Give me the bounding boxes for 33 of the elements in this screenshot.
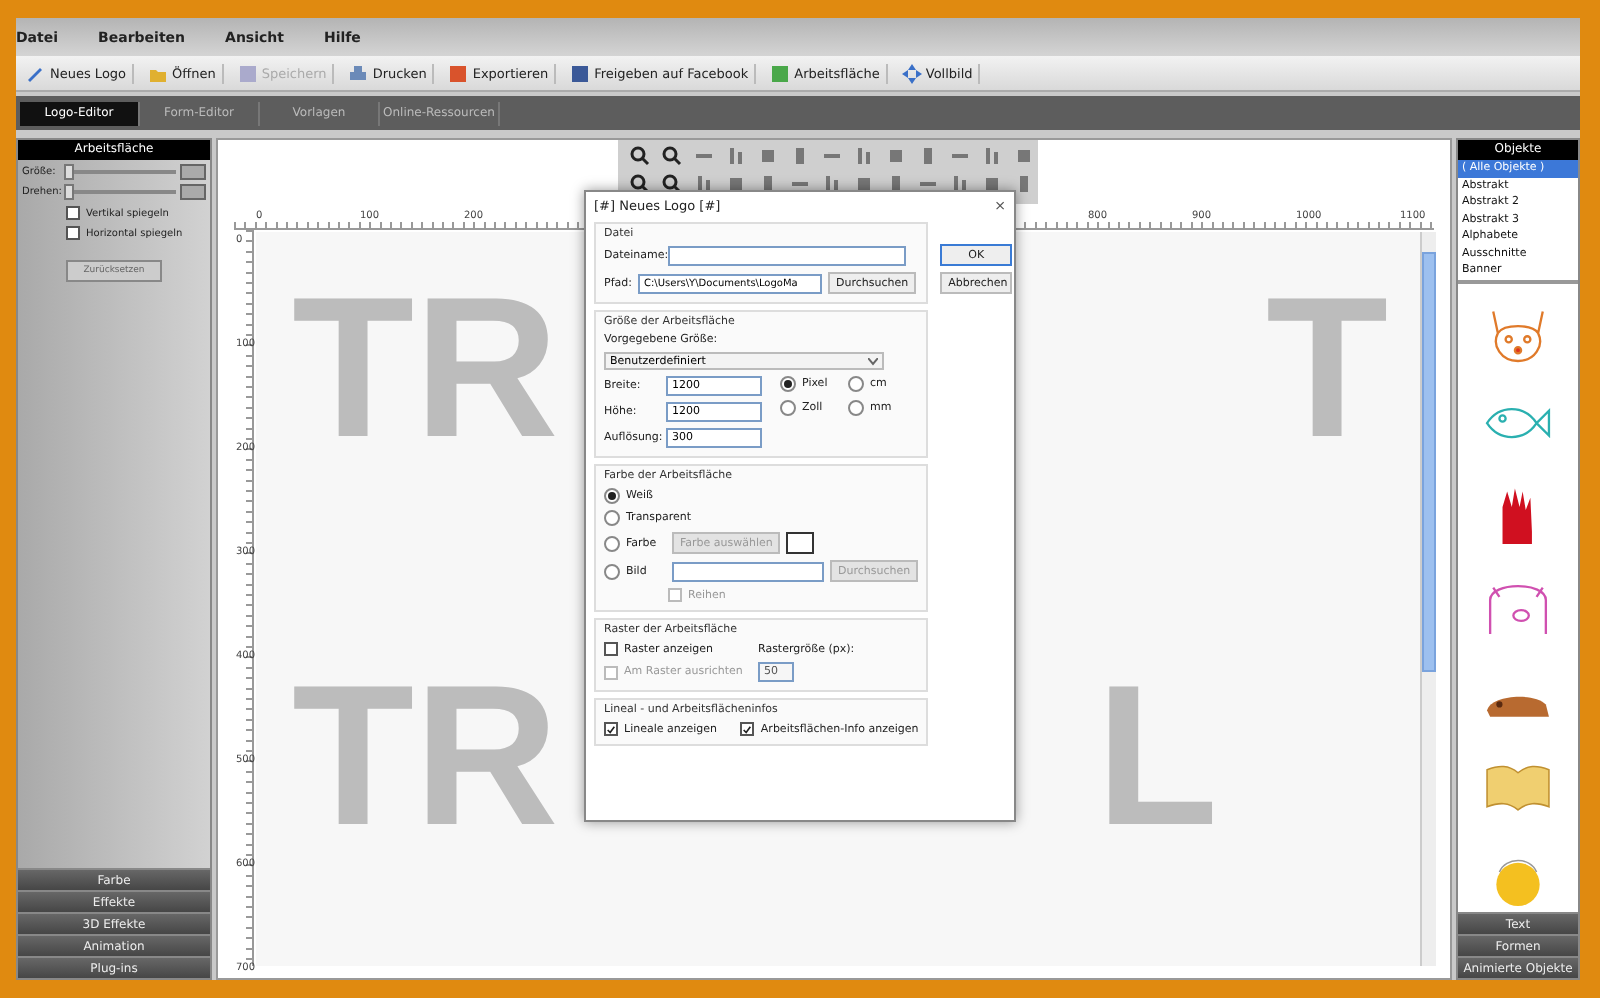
caret-icon xyxy=(868,357,878,365)
color-swatch[interactable] xyxy=(786,532,815,554)
value-field[interactable] xyxy=(180,184,206,200)
magnifier-icon[interactable] xyxy=(662,174,682,194)
radio-button[interactable] xyxy=(604,510,620,526)
trial-text: TR xyxy=(292,676,559,836)
checkbox[interactable] xyxy=(740,722,755,736)
input-field[interactable] xyxy=(672,561,824,581)
radio-button[interactable] xyxy=(604,535,620,551)
radio-button[interactable] xyxy=(604,563,620,579)
magnifier-icon[interactable] xyxy=(630,174,650,194)
arrange-icon[interactable] xyxy=(726,146,746,166)
printer-icon xyxy=(348,63,369,83)
trial-text: L xyxy=(1096,676,1219,836)
checkbox[interactable] xyxy=(66,206,80,220)
radio-button[interactable] xyxy=(780,376,796,392)
checkbox[interactable] xyxy=(604,722,618,736)
magnifier-icon[interactable] xyxy=(662,146,682,166)
scrollbar[interactable] xyxy=(1420,232,1436,966)
radio-button[interactable] xyxy=(848,400,864,416)
radio-button[interactable] xyxy=(848,376,864,392)
value-field[interactable] xyxy=(180,164,206,180)
magnifier-icon[interactable] xyxy=(630,146,650,166)
radio-button[interactable] xyxy=(604,488,620,504)
trial-text: TR xyxy=(292,288,559,448)
trial-text: T xyxy=(1266,288,1389,448)
arrows-icon xyxy=(901,63,922,83)
input-field[interactable] xyxy=(668,246,906,266)
arrange-icon[interactable] xyxy=(854,146,874,166)
arrange-icon[interactable] xyxy=(982,146,1002,166)
checkbox[interactable] xyxy=(66,226,80,240)
radio-button[interactable] xyxy=(780,400,796,416)
checkbox[interactable] xyxy=(604,642,618,656)
